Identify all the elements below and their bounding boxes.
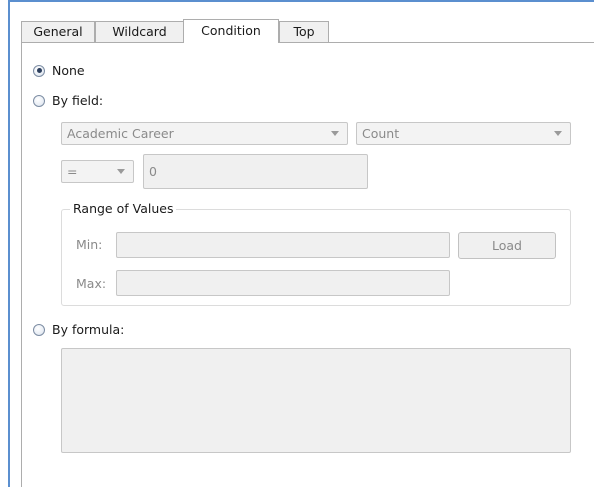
tab-wildcard[interactable]: Wildcard	[95, 21, 184, 42]
operator-select-value: =	[67, 164, 78, 179]
radio-by-field[interactable]	[33, 94, 45, 107]
min-input[interactable]	[116, 232, 450, 258]
operator-select[interactable]: =	[61, 160, 134, 183]
max-input[interactable]	[116, 270, 450, 296]
tab-top[interactable]: Top	[279, 21, 329, 42]
formula-textarea[interactable]	[61, 348, 571, 453]
tab-condition[interactable]: Condition	[183, 19, 279, 43]
chevron-down-icon	[331, 131, 339, 136]
radio-by-field-row[interactable]: By field:	[33, 93, 103, 108]
radio-by-field-label: By field:	[52, 93, 104, 108]
radio-by-formula[interactable]	[33, 323, 45, 336]
min-label: Min:	[76, 237, 103, 252]
aggregate-select-value: Count	[362, 126, 400, 141]
max-label: Max:	[76, 276, 107, 291]
tab-general[interactable]: General	[21, 21, 95, 42]
window-left-border	[8, 0, 10, 487]
field-select[interactable]: Academic Career	[61, 122, 348, 145]
radio-none-row[interactable]: None	[33, 63, 85, 78]
load-button[interactable]: Load	[458, 232, 556, 259]
radio-by-formula-label: By formula:	[52, 322, 125, 337]
value-input[interactable]: 0	[143, 154, 368, 189]
radio-none-label: None	[52, 63, 85, 78]
chevron-down-icon	[554, 131, 562, 136]
radio-by-formula-row[interactable]: By formula:	[33, 322, 124, 337]
window-top-border	[8, 0, 594, 2]
radio-none[interactable]	[33, 64, 45, 77]
range-of-values-legend: Range of Values	[70, 201, 177, 216]
field-select-value: Academic Career	[67, 126, 174, 141]
aggregate-select[interactable]: Count	[356, 122, 571, 145]
chevron-down-icon	[117, 169, 125, 174]
